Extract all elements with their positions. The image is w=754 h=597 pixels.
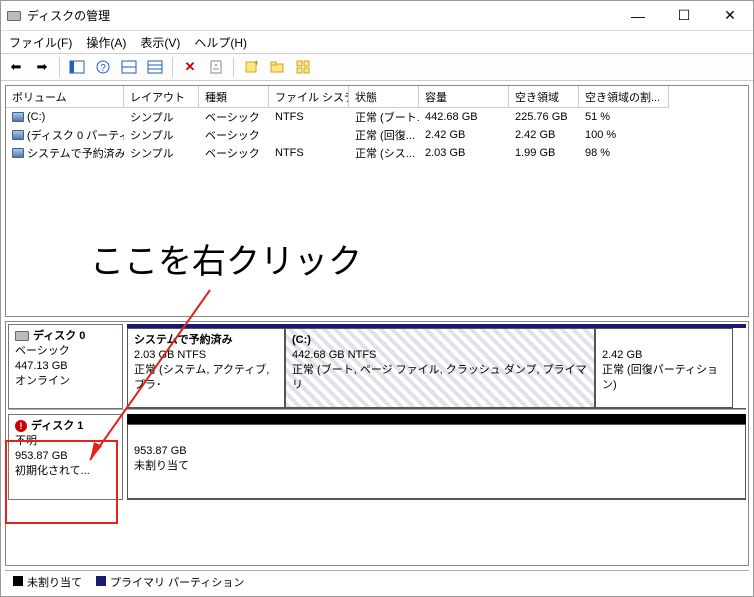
disk-1-unallocated[interactable]: 953.87 GB 未割り当て (127, 424, 746, 499)
svg-text:+: + (254, 60, 258, 68)
disk-0-partitions: システムで予約済み2.03 GB NTFS正常 (システム, アクティブ, プラ… (127, 324, 746, 409)
legend: 未割り当て プライマリ パーティション (5, 570, 749, 592)
svg-text:?: ? (100, 63, 106, 74)
disk-1-row[interactable]: !ディスク 1 不明 953.87 GB 初期化されて... 953.87 GB… (8, 414, 746, 500)
volume-list-header: ボリュームレイアウト種類ファイル システム状態容量空き領域空き領域の割... (6, 86, 748, 108)
back-button[interactable]: ⬅ (5, 56, 27, 78)
disk-management-window: ディスクの管理 ― ☐ ✕ ファイル(F) 操作(A) 表示(V) ヘルプ(H)… (0, 0, 754, 597)
column-header[interactable]: 状態 (349, 86, 419, 108)
partition[interactable]: (C:)442.68 GB NTFS正常 (ブート, ページ ファイル, クラッ… (285, 328, 595, 408)
disk-0-row[interactable]: ディスク 0 ベーシック 447.13 GB オンライン システムで予約済み2.… (8, 324, 746, 410)
toolbar: ⬅ ➡ ? ✕ + (1, 53, 753, 81)
column-header[interactable]: 空き領域 (509, 86, 579, 108)
grid-icon[interactable] (292, 56, 314, 78)
disk-1-label[interactable]: !ディスク 1 不明 953.87 GB 初期化されて... (8, 414, 123, 500)
delete-icon[interactable]: ✕ (179, 56, 201, 78)
titlebar: ディスクの管理 ― ☐ ✕ (1, 1, 753, 31)
new-icon[interactable]: + (240, 56, 262, 78)
disk-1-partitions: 953.87 GB 未割り当て (127, 414, 746, 500)
menu-help[interactable]: ヘルプ(H) (194, 34, 247, 51)
volume-row[interactable]: システムで予約済みシンプルベーシックNTFS正常 (シス...2.03 GB1.… (6, 144, 748, 162)
volume-list[interactable]: ボリュームレイアウト種類ファイル システム状態容量空き領域空き領域の割... (… (5, 85, 749, 317)
volume-row[interactable]: (C:)シンプルベーシックNTFS正常 (ブート...442.68 GB225.… (6, 108, 748, 126)
partition[interactable]: システムで予約済み2.03 GB NTFS正常 (システム, アクティブ, プラ… (127, 328, 285, 408)
legend-unallocated: 未割り当て (27, 577, 82, 589)
window-title: ディスクの管理 (27, 7, 110, 24)
menubar: ファイル(F) 操作(A) 表示(V) ヘルプ(H) (1, 31, 753, 53)
properties-icon[interactable] (205, 56, 227, 78)
legend-primary: プライマリ パーティション (110, 577, 244, 589)
forward-button[interactable]: ➡ (31, 56, 53, 78)
column-header[interactable]: ファイル システム (269, 86, 349, 108)
maximize-button[interactable]: ☐ (661, 1, 707, 30)
disk-error-icon: ! (15, 420, 27, 432)
partition[interactable]: 2.42 GB正常 (回復パーティション) (595, 328, 733, 408)
volume-list-body[interactable]: (C:)シンプルベーシックNTFS正常 (ブート...442.68 GB225.… (6, 108, 748, 316)
column-header[interactable]: 種類 (199, 86, 269, 108)
close-button[interactable]: ✕ (707, 1, 753, 30)
menu-view[interactable]: 表示(V) (140, 34, 180, 51)
column-header[interactable]: 空き領域の割... (579, 86, 669, 108)
folder-icon[interactable] (266, 56, 288, 78)
menu-action[interactable]: 操作(A) (86, 34, 126, 51)
list-view-icon[interactable] (144, 56, 166, 78)
volume-icon (12, 130, 24, 140)
disk-0-label[interactable]: ディスク 0 ベーシック 447.13 GB オンライン (8, 324, 123, 409)
volume-icon (12, 148, 24, 158)
view-button-1[interactable] (66, 56, 88, 78)
app-icon (7, 11, 21, 21)
column-header[interactable]: レイアウト (124, 86, 199, 108)
menu-file[interactable]: ファイル(F) (9, 34, 72, 51)
column-header[interactable]: 容量 (419, 86, 509, 108)
help-icon[interactable]: ? (92, 56, 114, 78)
disk-drive-icon (15, 331, 29, 341)
column-header[interactable]: ボリューム (6, 86, 124, 108)
view-button-2[interactable] (118, 56, 140, 78)
volume-icon (12, 112, 24, 122)
graphical-view: ディスク 0 ベーシック 447.13 GB オンライン システムで予約済み2.… (5, 321, 749, 566)
minimize-button[interactable]: ― (615, 1, 661, 30)
volume-row[interactable]: (ディスク 0 パーティシ...シンプルベーシック正常 (回復...2.42 G… (6, 126, 748, 144)
